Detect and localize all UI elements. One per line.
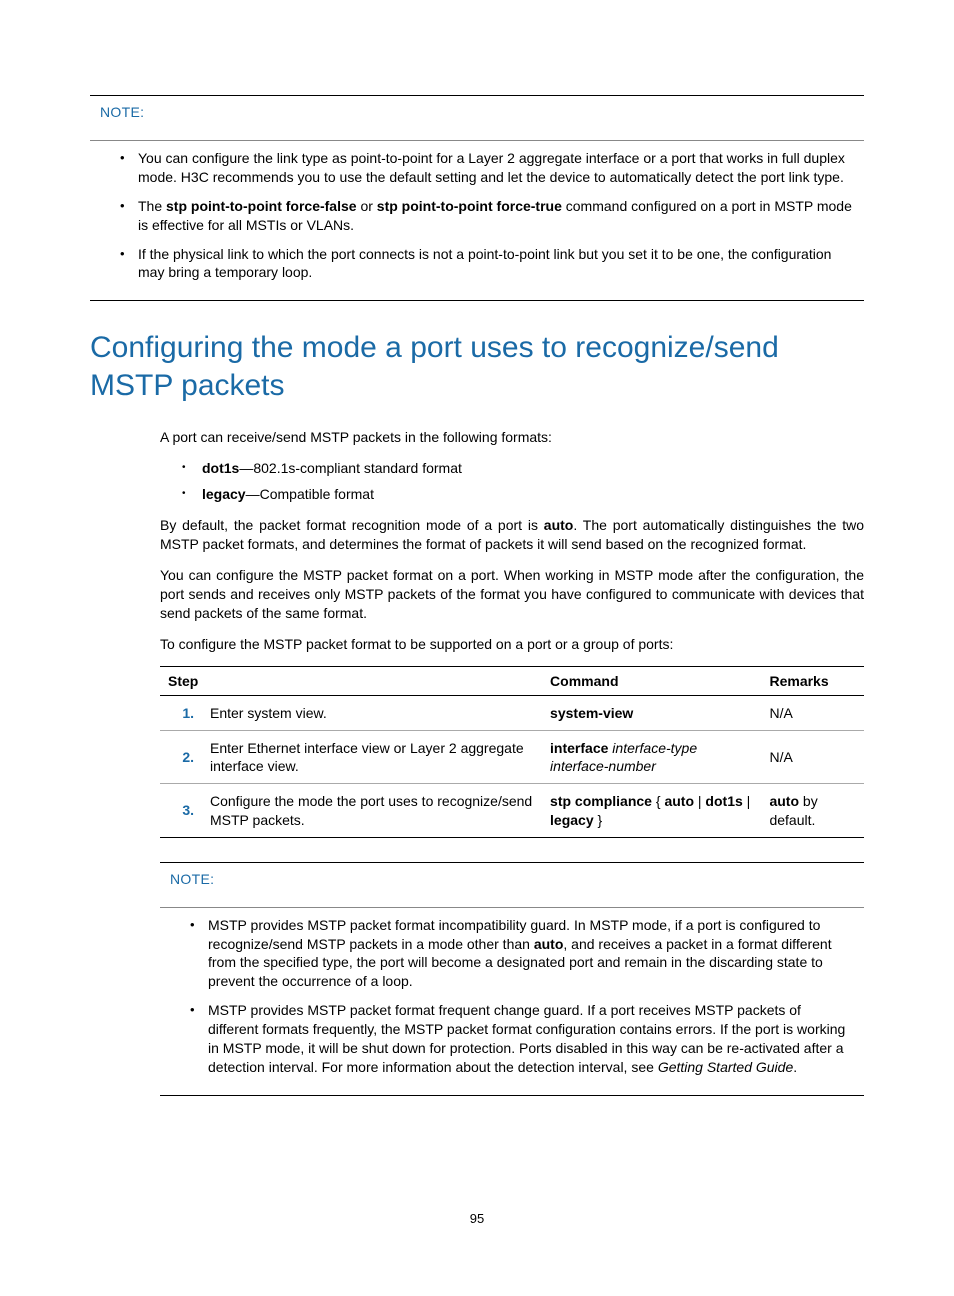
note-label: NOTE: — [90, 104, 864, 120]
note-box-1: NOTE: You can configure the link type as… — [90, 95, 864, 301]
format-name: dot1s — [202, 460, 239, 476]
cmd-bold: legacy — [550, 812, 594, 828]
steps-table: Step Command Remarks 1. Enter system vie… — [160, 666, 864, 838]
cmd-bold: stp point-to-point force-false — [166, 198, 357, 214]
paragraph-default: By default, the packet format recognitio… — [160, 516, 864, 554]
list-item: dot1s—802.1s-compliant standard format — [182, 459, 864, 479]
step-cmd: system-view — [542, 695, 761, 730]
note-item: You can configure the link type as point… — [120, 149, 854, 187]
note-text: The — [138, 198, 166, 214]
col-step: Step — [160, 666, 542, 695]
bold-text: auto — [544, 517, 574, 533]
step-desc: Configure the mode the port uses to reco… — [202, 784, 542, 837]
rem-bold: auto — [769, 793, 799, 809]
table-row: 2. Enter Ethernet interface view or Laye… — [160, 730, 864, 783]
cmd-text: { — [652, 793, 664, 809]
step-number: 3. — [160, 784, 202, 837]
table-row: 1. Enter system view. system-view N/A — [160, 695, 864, 730]
step-desc: Enter Ethernet interface view or Layer 2… — [202, 730, 542, 783]
note-box-2: NOTE: MSTP provides MSTP packet format i… — [160, 862, 864, 1096]
step-remarks: N/A — [761, 695, 864, 730]
page-number: 95 — [0, 1211, 954, 1226]
note-list-2: MSTP provides MSTP packet format incompa… — [160, 916, 864, 1077]
col-command: Command — [542, 666, 761, 695]
cmd-bold: auto — [664, 793, 694, 809]
cmd-bold: stp point-to-point force-true — [377, 198, 562, 214]
note-text: . — [793, 1059, 797, 1075]
cmd-text: | — [743, 793, 751, 809]
step-cmd: interface interface-type interface-numbe… — [542, 730, 761, 783]
intro-paragraph: A port can receive/send MSTP packets in … — [160, 428, 864, 447]
step-desc: Enter system view. — [202, 695, 542, 730]
table-row: 3. Configure the mode the port uses to r… — [160, 784, 864, 837]
step-number: 1. — [160, 695, 202, 730]
italic-text: Getting Started Guide — [658, 1059, 793, 1075]
list-item: legacy—Compatible format — [182, 485, 864, 505]
format-name: legacy — [202, 486, 246, 502]
cmd-bold: interface — [550, 740, 608, 756]
note-item: If the physical link to which the port c… — [120, 245, 854, 283]
format-desc: —Compatible format — [246, 486, 374, 502]
text: By default, the packet format recognitio… — [160, 517, 544, 533]
step-remarks: auto by default. — [761, 784, 864, 837]
document-page: NOTE: You can configure the link type as… — [0, 0, 954, 1296]
note-label: NOTE: — [160, 871, 864, 887]
cmd-text: } — [594, 812, 603, 828]
bold-text: auto — [534, 936, 564, 952]
cmd-bold: stp compliance — [550, 793, 652, 809]
step-cmd: stp compliance { auto | dot1s | legacy } — [542, 784, 761, 837]
col-remarks: Remarks — [761, 666, 864, 695]
note-item: MSTP provides MSTP packet format frequen… — [190, 1001, 854, 1077]
cmd-bold: system-view — [550, 705, 633, 721]
table-header-row: Step Command Remarks — [160, 666, 864, 695]
body-block: A port can receive/send MSTP packets in … — [90, 428, 864, 1095]
cmd-text: | — [694, 793, 705, 809]
step-number: 2. — [160, 730, 202, 783]
section-heading: Configuring the mode a port uses to reco… — [90, 329, 864, 404]
note-text: or — [357, 198, 377, 214]
paragraph-lead: To configure the MSTP packet format to b… — [160, 635, 864, 654]
format-list: dot1s—802.1s-compliant standard format l… — [160, 459, 864, 504]
format-desc: —802.1s-compliant standard format — [239, 460, 462, 476]
cmd-bold: dot1s — [705, 793, 742, 809]
note-item: MSTP provides MSTP packet format incompa… — [190, 916, 854, 992]
step-remarks: N/A — [761, 730, 864, 783]
paragraph-config: You can configure the MSTP packet format… — [160, 566, 864, 623]
note-text: You can configure the link type as point… — [138, 150, 845, 185]
note-item: The stp point-to-point force-false or st… — [120, 197, 854, 235]
note-text: If the physical link to which the port c… — [138, 246, 831, 281]
note-list-1: You can configure the link type as point… — [90, 149, 864, 282]
